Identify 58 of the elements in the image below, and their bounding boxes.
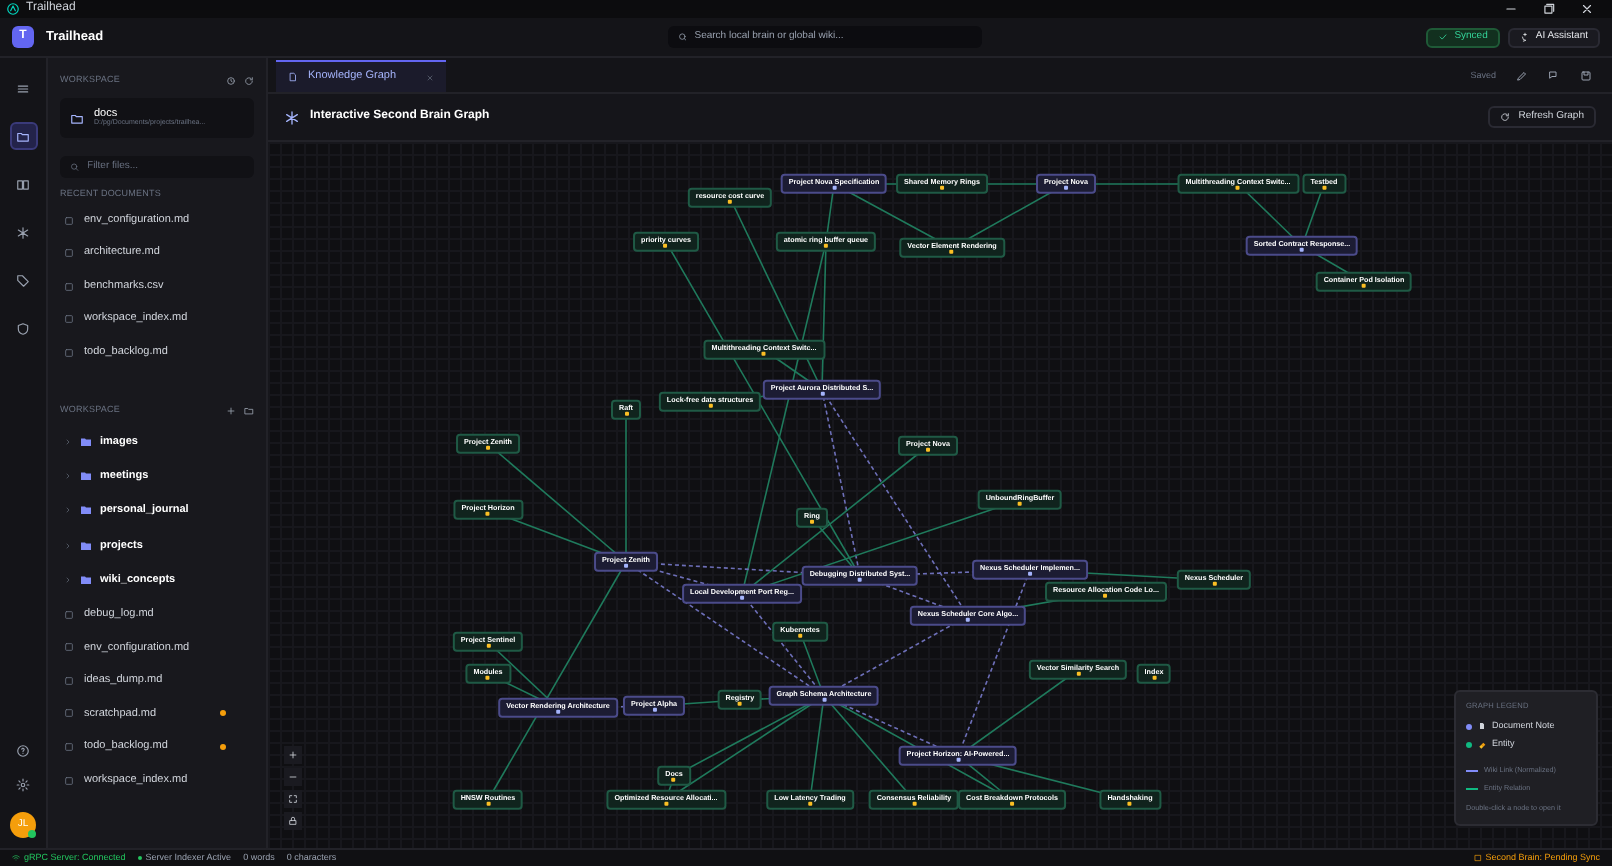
close-icon — [1580, 2, 1594, 16]
help-icon — [16, 744, 30, 758]
app-icon — [6, 2, 20, 16]
file-icon — [64, 741, 74, 752]
file-icon — [64, 708, 74, 719]
asterisk-icon — [284, 109, 300, 125]
minus-icon — [288, 772, 298, 782]
chat-icon — [1548, 70, 1560, 82]
file-icon — [64, 215, 74, 225]
lock-button[interactable] — [284, 812, 302, 830]
folder-icon — [70, 111, 84, 125]
folder-icon — [80, 574, 92, 587]
asterisk-icon — [16, 225, 30, 239]
settings-icon — [16, 778, 30, 792]
zoom-out-button[interactable] — [284, 768, 302, 786]
history-icon — [226, 75, 236, 85]
folder-icon — [80, 504, 92, 517]
folder-icon — [80, 539, 92, 552]
file-icon — [64, 609, 74, 620]
tag-icon — [1478, 741, 1486, 750]
refresh-icon — [1500, 112, 1511, 122]
file-icon — [64, 775, 74, 785]
file-icon — [64, 281, 74, 291]
new-folder-icon — [244, 405, 254, 416]
pencil-icon — [1516, 70, 1528, 82]
wifi-icon — [12, 854, 20, 862]
zoom-in-button[interactable] — [284, 746, 302, 764]
sparkle-icon — [1519, 32, 1530, 42]
rail-button[interactable] — [9, 122, 37, 150]
document-icon — [288, 72, 298, 82]
folder-icon — [80, 435, 92, 448]
save-icon — [1580, 70, 1592, 82]
minimize-icon — [1504, 2, 1518, 16]
shield-icon — [16, 321, 30, 335]
tag-icon — [16, 273, 30, 287]
file-icon — [64, 347, 74, 357]
document-icon — [1478, 722, 1486, 731]
check-icon — [1438, 32, 1449, 42]
folder-icon — [80, 470, 92, 483]
file-icon — [64, 248, 74, 258]
expand-icon — [288, 794, 298, 804]
restore-icon — [1542, 2, 1556, 16]
search-icon — [677, 32, 687, 42]
database-icon — [1473, 854, 1482, 862]
folder-icon — [16, 129, 30, 143]
legend-line — [1466, 770, 1478, 773]
plus-icon — [288, 750, 298, 760]
refresh-icon — [244, 75, 254, 85]
file-icon — [64, 314, 74, 324]
book-icon — [16, 177, 30, 191]
lock-icon — [288, 816, 298, 826]
fit-view-button[interactable] — [284, 790, 302, 808]
legend-line — [1466, 787, 1478, 790]
file-icon — [64, 675, 74, 686]
search-icon — [70, 162, 80, 172]
file-icon — [64, 642, 74, 653]
menu-icon — [16, 81, 30, 95]
plus-icon — [226, 405, 236, 416]
